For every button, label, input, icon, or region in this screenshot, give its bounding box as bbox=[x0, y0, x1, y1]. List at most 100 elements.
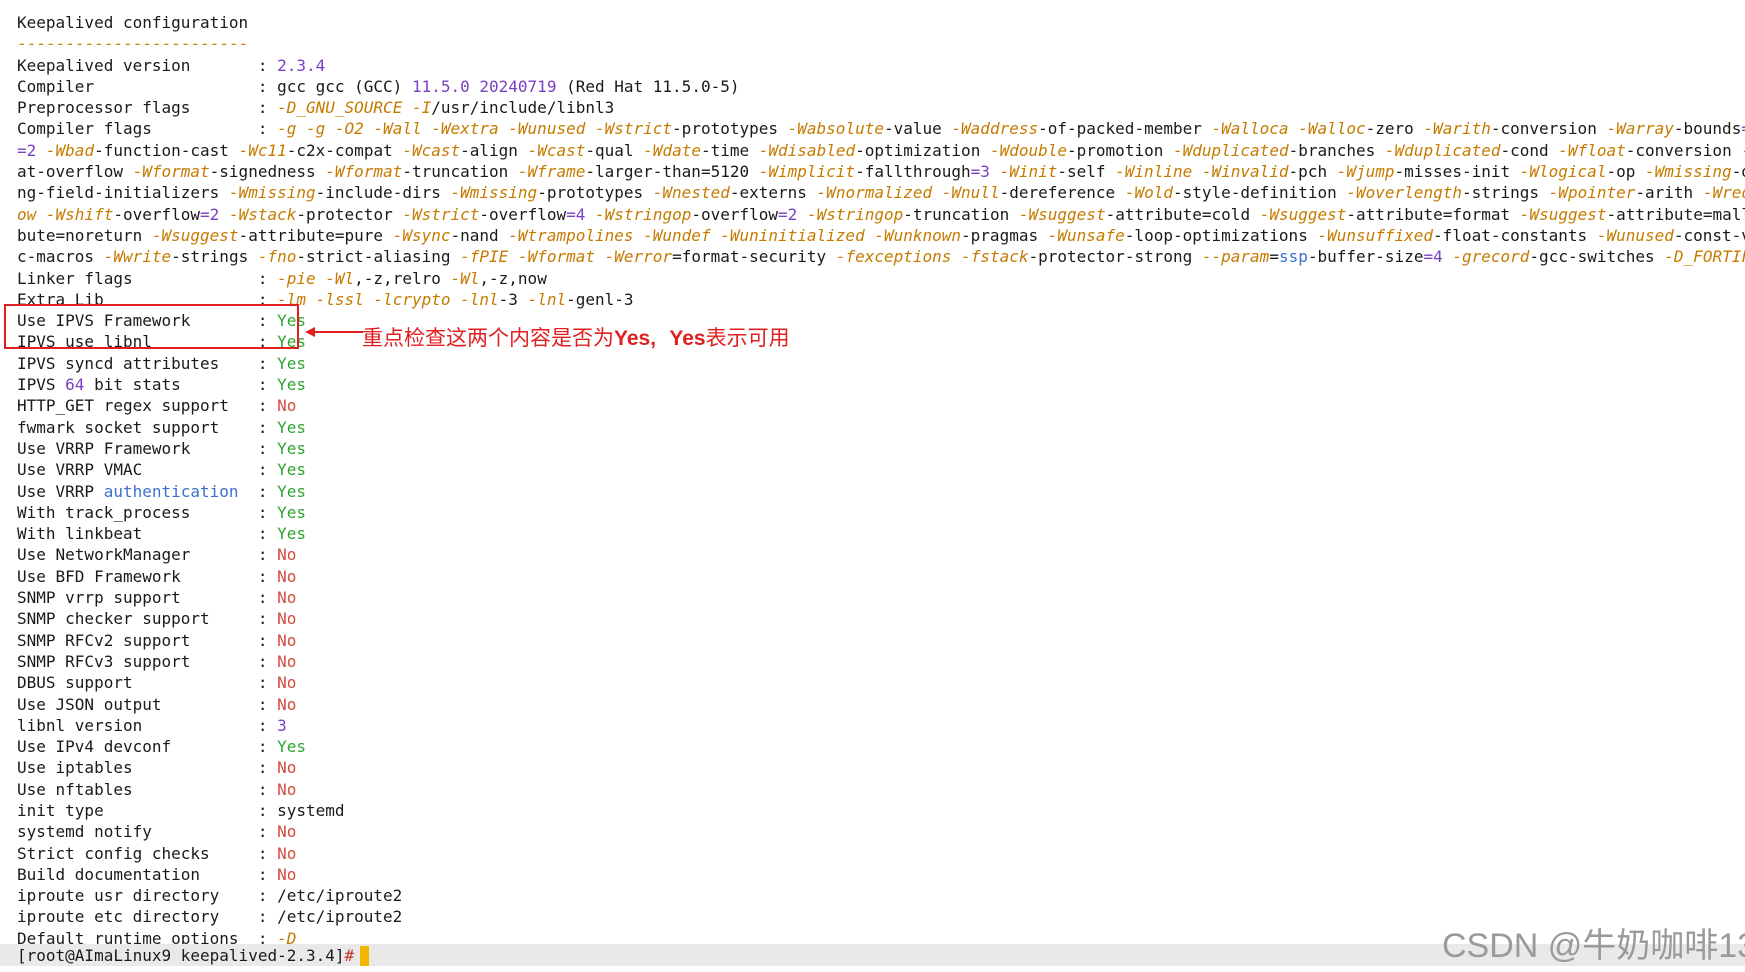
terminal-text: Yes bbox=[277, 524, 306, 544]
terminal-text: -Walloca -Walloc bbox=[1211, 119, 1366, 139]
terminal-line: Compiler : gcc gcc (GCC) 11.5.0 20240719… bbox=[17, 76, 1745, 97]
terminal-text: -fPIE -Wformat -Werror bbox=[460, 247, 673, 267]
terminal-text: -self bbox=[1057, 162, 1116, 182]
terminal-text: libnl version : bbox=[17, 715, 278, 735]
terminal-window[interactable]: Keepalived configuration ----------------… bbox=[0, 0, 1745, 972]
terminal-text: Use NetworkManager : bbox=[17, 545, 278, 565]
terminal-text: -lnl bbox=[527, 289, 567, 309]
terminal-text: No bbox=[277, 609, 297, 629]
terminal-text: -Wnested bbox=[652, 183, 730, 203]
terminal-text: =format-security bbox=[672, 247, 836, 267]
terminal-text: Use VRRP VMAC : bbox=[17, 460, 278, 480]
terminal-line: Use JSON output : No bbox=[17, 694, 1745, 715]
terminal-text: -Wmissing bbox=[1644, 162, 1732, 182]
terminal-text: -D_GNU_SOURCE -I bbox=[277, 98, 432, 118]
terminal-text: No bbox=[277, 694, 297, 714]
shell-prompt[interactable]: [root@AImaLinux9 keepalived-2.3.4]# bbox=[17, 946, 370, 966]
terminal-text: -align bbox=[460, 140, 528, 160]
terminal-text: =2 bbox=[17, 140, 37, 160]
terminal-text: Preprocessor flags : bbox=[17, 98, 278, 118]
terminal-text: Use VRRP bbox=[17, 481, 104, 501]
terminal-text: -Wold bbox=[1124, 183, 1173, 203]
terminal-text: -cond bbox=[1500, 140, 1559, 160]
terminal-text: -truncation bbox=[903, 204, 1019, 224]
terminal-text: -Wsuggest bbox=[1259, 204, 1347, 224]
terminal-line: SNMP vrrp support : No bbox=[17, 587, 1745, 608]
terminal-text: -Wstrict bbox=[402, 204, 480, 224]
terminal-text: -Wfloat bbox=[1558, 140, 1626, 160]
terminal-line: With linkbeat : Yes bbox=[17, 523, 1745, 544]
terminal-text: -Wunsuffixed bbox=[1317, 225, 1434, 245]
terminal-line: Use BFD Framework : No bbox=[17, 566, 1745, 587]
terminal-line: Use iptables : No bbox=[17, 757, 1745, 778]
terminal-text: -time bbox=[700, 140, 759, 160]
terminal-line: init type : systemd bbox=[17, 800, 1745, 821]
terminal-text: IPVS syncd attributes : bbox=[17, 353, 278, 373]
terminal-text: iproute usr directory : /etc/iproute2 bbox=[17, 886, 403, 906]
terminal-text: -of-packed-member bbox=[1038, 119, 1212, 139]
terminal-text: -Wtrampolines -Wundef -Wuninitialized -W… bbox=[508, 225, 962, 245]
text-cursor bbox=[360, 946, 370, 966]
terminal-text: -const-variable bbox=[1673, 225, 1745, 245]
terminal-text: -Warray bbox=[1606, 119, 1674, 139]
terminal-line: ------------------------ bbox=[17, 33, 1745, 54]
terminal-text: authentication bbox=[103, 481, 239, 501]
terminal-text: -truncation bbox=[402, 162, 518, 182]
terminal-text: -strings bbox=[1461, 183, 1549, 203]
highlight-box bbox=[4, 304, 299, 349]
terminal-text: SNMP checker support : bbox=[17, 609, 278, 629]
terminal-text: No bbox=[277, 822, 297, 842]
terminal-text: No bbox=[277, 396, 297, 416]
terminal-text: -buffer-size bbox=[1307, 247, 1424, 267]
terminal-text: -strings bbox=[171, 247, 258, 267]
terminal-text: Compiler : gcc gcc (GCC) bbox=[17, 76, 412, 96]
terminal-text: -lm -lssl -lcrypto -lnl bbox=[277, 289, 499, 309]
terminal-text: SNMP vrrp support : bbox=[17, 588, 278, 608]
annotation-note: 重点检查这两个内容是否为Yes, Yes表示可用 bbox=[362, 322, 790, 352]
terminal-text: -c2x-compat bbox=[286, 140, 403, 160]
terminal-line: Use VRRP Framework : Yes bbox=[17, 438, 1745, 459]
terminal-text: -Wstringop bbox=[595, 204, 692, 224]
terminal-text: -function-cast bbox=[94, 140, 239, 160]
terminal-text: -Wlogical bbox=[1519, 162, 1607, 182]
terminal-text: No bbox=[277, 630, 297, 650]
terminal-line: Use IPv4 devconf : Yes bbox=[17, 736, 1745, 757]
terminal-text: 3 bbox=[277, 715, 287, 735]
terminal-text: -Wunused bbox=[1596, 225, 1674, 245]
terminal-text: With linkbeat : bbox=[17, 524, 278, 544]
terminal-line: ow -Wshift-overflow=2 -Wstack-protector … bbox=[17, 204, 1745, 225]
terminal-text: -signedness bbox=[209, 162, 326, 182]
terminal-text: Compiler flags : bbox=[17, 119, 278, 139]
terminal-text: -strict-aliasing bbox=[296, 247, 461, 267]
arrow-left-icon bbox=[305, 327, 363, 337]
terminal-text: ow -Wshift bbox=[17, 204, 114, 224]
terminal-text: ------------------------ bbox=[17, 34, 249, 54]
terminal-text: -value bbox=[883, 119, 952, 139]
terminal-text: -Wdisabled bbox=[758, 140, 856, 160]
terminal-line: SNMP RFCv3 support : No bbox=[17, 651, 1745, 672]
terminal-text: at-overflow bbox=[17, 162, 133, 182]
terminal-text: =4 bbox=[1423, 247, 1443, 267]
terminal-text: ssp bbox=[1278, 247, 1308, 267]
terminal-text: -Wsync bbox=[392, 225, 451, 245]
terminal-text: 11.5.0 20240719 bbox=[411, 76, 557, 96]
terminal-text: Use JSON output : bbox=[17, 694, 278, 714]
terminal-text: =2 bbox=[200, 204, 220, 224]
terminal-text: Yes bbox=[277, 375, 306, 395]
terminal-text: =3 bbox=[970, 162, 990, 182]
terminal-text: -style-definition bbox=[1172, 183, 1347, 203]
terminal-text: ,-z,relro bbox=[354, 268, 451, 288]
terminal-line: bute=noreturn -Wsuggest-attribute=pure -… bbox=[17, 225, 1745, 246]
terminal-text: Use VRRP Framework : bbox=[17, 438, 278, 458]
terminal-text: -grecord bbox=[1452, 247, 1530, 267]
terminal-text: /usr/include/libnl3 bbox=[431, 98, 615, 118]
terminal-text: -Wsuggest bbox=[1519, 204, 1607, 224]
terminal-text: -Wwrite bbox=[103, 247, 172, 267]
terminal-text: -protector-strong bbox=[1028, 247, 1202, 267]
terminal-text: -fno bbox=[257, 247, 297, 267]
terminal-text: fwmark socket support : bbox=[17, 417, 278, 437]
terminal-text: bute=noreturn bbox=[17, 225, 152, 245]
prompt-symbol: # bbox=[344, 946, 355, 965]
